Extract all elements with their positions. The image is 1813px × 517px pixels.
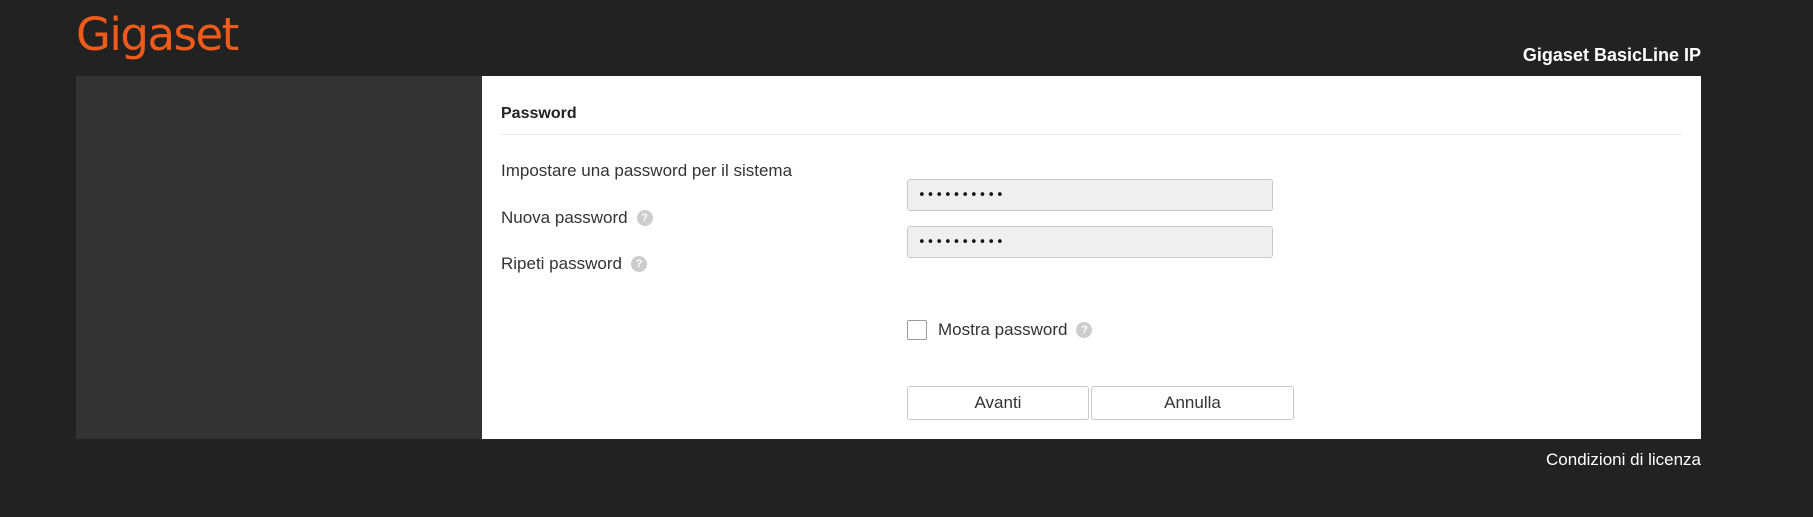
license-conditions-link[interactable]: Condizioni di licenza [1546, 450, 1701, 470]
divider [501, 134, 1681, 135]
new-password-input[interactable] [907, 179, 1273, 211]
section-title: Password [501, 105, 577, 122]
page: Gigaset Gigaset BasicLine IP Password Im… [0, 0, 1813, 517]
repeat-password-label: Ripeti password [501, 254, 622, 273]
show-password-row: Mostra password ? [907, 320, 1093, 340]
question-circle-icon[interactable]: ? [630, 256, 647, 272]
next-button[interactable]: Avanti [907, 386, 1089, 420]
product-name: Gigaset BasicLine IP [1522, 45, 1701, 65]
content-panel: Password Impostare una password per il s… [482, 76, 1701, 439]
question-circle-icon[interactable]: ? [1076, 322, 1093, 338]
gigaset-logo[interactable]: Gigaset [76, 8, 239, 62]
new-password-label: Nuova password [501, 208, 628, 227]
sidebar [76, 76, 482, 439]
repeat-password-label-row: Ripeti password ? [501, 254, 647, 274]
repeat-password-input[interactable] [907, 226, 1273, 258]
section-description: Impostare una password per il sistema [501, 161, 793, 180]
cancel-button[interactable]: Annulla [1091, 386, 1294, 420]
show-password-label[interactable]: Mostra password [938, 320, 1067, 340]
new-password-label-row: Nuova password ? [501, 208, 653, 228]
show-password-checkbox[interactable] [907, 320, 927, 340]
question-circle-icon[interactable]: ? [636, 210, 653, 226]
